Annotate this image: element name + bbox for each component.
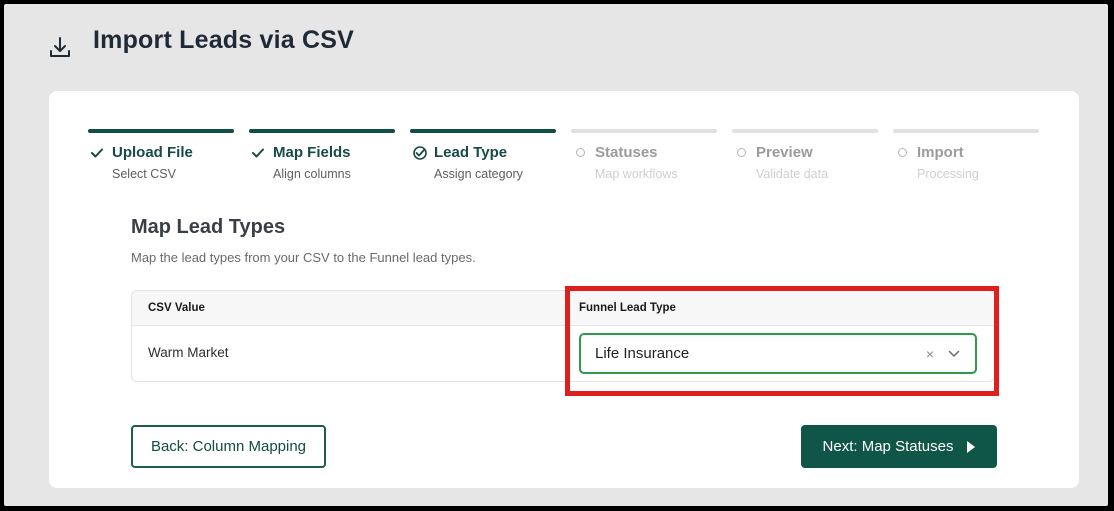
step-label: Import (917, 144, 964, 161)
step-progress-bar (249, 129, 395, 133)
check-icon (251, 145, 271, 161)
circle-icon (734, 145, 754, 161)
back-button-label: Back: Column Mapping (150, 438, 307, 455)
section-title: Map Lead Types (131, 216, 286, 238)
back-column-mapping-button[interactable]: Back: Column Mapping (131, 425, 326, 468)
download-icon (47, 35, 73, 61)
clear-selection-icon[interactable]: × (921, 346, 939, 362)
next-button-label: Next: Map Statuses (822, 438, 954, 455)
circle-icon (895, 145, 915, 161)
table-header: CSV Value Funnel Lead Type (132, 291, 994, 326)
step-sublabel: Validate data (756, 167, 829, 181)
step-label: Upload File (112, 144, 193, 161)
check-icon (90, 145, 110, 161)
step-sublabel: Select CSV (112, 167, 176, 181)
selected-value: Life Insurance (595, 345, 690, 362)
step-lead-type[interactable]: Lead Type Assign category (410, 129, 556, 181)
step-upload-file[interactable]: Upload File Select CSV (88, 129, 234, 181)
circle-icon (573, 145, 593, 161)
import-card: Upload File Select CSV Map Fields Align … (49, 91, 1079, 488)
step-map-fields[interactable]: Map Fields Align columns (249, 129, 395, 181)
column-header-funnel-lead-type: Funnel Lead Type (579, 302, 676, 314)
column-header-csv-value: CSV Value (148, 302, 205, 314)
circle-check-icon (412, 145, 432, 161)
chevron-down-icon[interactable] (945, 350, 963, 358)
csv-value-cell: Warm Market (148, 345, 229, 360)
step-progress-bar (88, 129, 234, 133)
step-label: Preview (756, 144, 813, 161)
next-map-statuses-button[interactable]: Next: Map Statuses (801, 425, 997, 468)
step-sublabel: Align columns (273, 167, 351, 181)
step-label: Map Fields (273, 144, 351, 161)
step-sublabel: Map workflows (595, 167, 678, 181)
step-progress-bar (410, 129, 556, 133)
step-progress-bar (893, 129, 1039, 133)
section-description: Map the lead types from your CSV to the … (131, 250, 476, 265)
lead-type-mapping-table: CSV Value Funnel Lead Type Warm Market L… (131, 290, 995, 382)
step-import[interactable]: Import Processing (893, 129, 1039, 181)
page-title: Import Leads via CSV (93, 26, 355, 54)
step-label: Statuses (595, 144, 658, 161)
step-progress-bar (732, 129, 878, 133)
step-statuses[interactable]: Statuses Map workflows (571, 129, 717, 181)
step-progress-bar (571, 129, 717, 133)
app-frame: Import Leads via CSV Upload File Select … (4, 4, 1108, 506)
step-preview[interactable]: Preview Validate data (732, 129, 878, 181)
step-label: Lead Type (434, 144, 508, 161)
funnel-lead-type-select[interactable]: Life Insurance × (579, 333, 977, 374)
page-header: Import Leads via CSV (4, 4, 1108, 84)
step-sublabel: Assign category (434, 167, 523, 181)
step-sublabel: Processing (917, 167, 979, 181)
play-arrow-icon (967, 440, 976, 453)
